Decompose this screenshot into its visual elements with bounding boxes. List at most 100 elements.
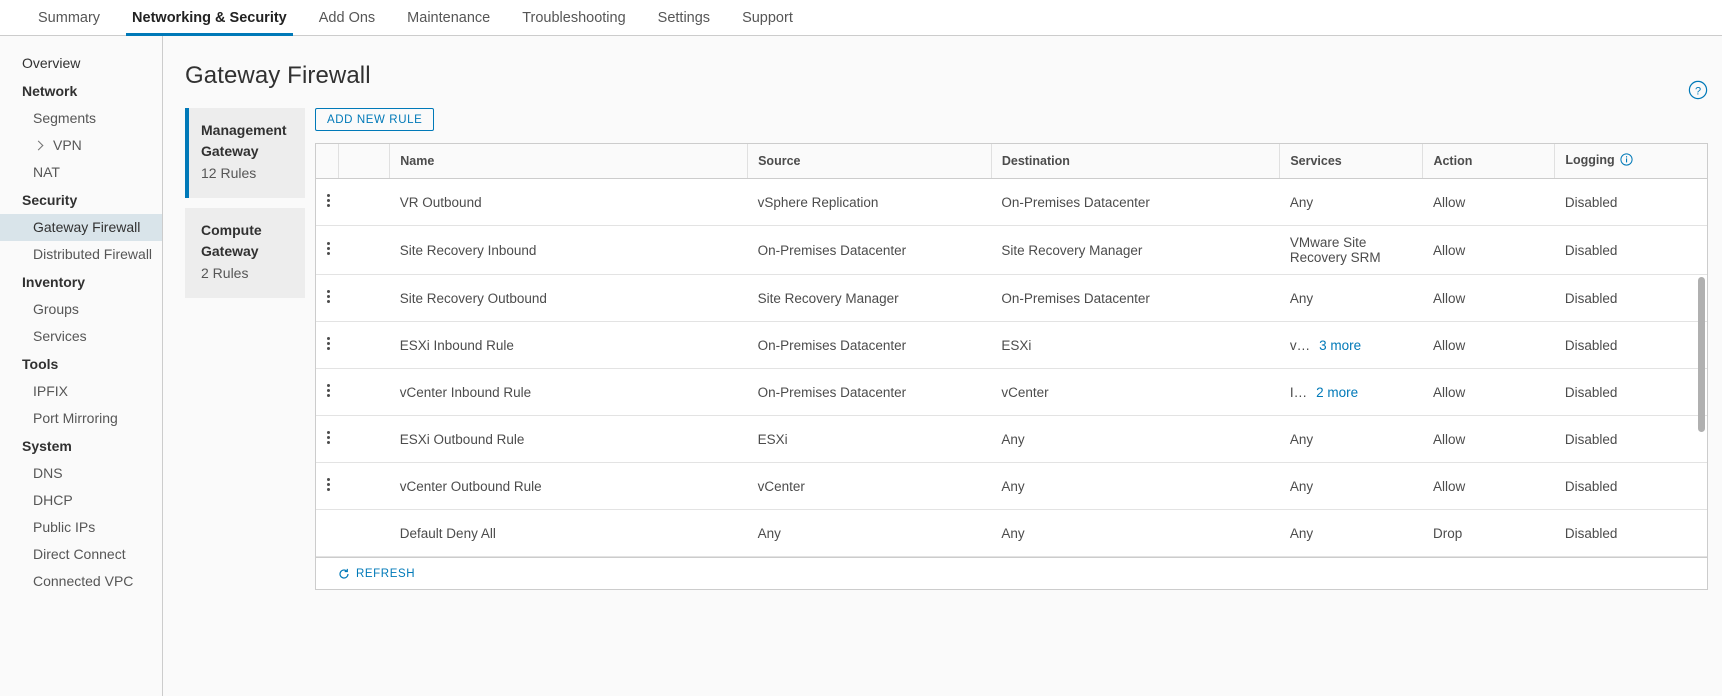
column-header-label: Action: [1433, 154, 1473, 168]
row-menu-cell: [316, 415, 339, 463]
rule-name: ESXi Inbound Rule: [389, 321, 748, 369]
row-spacer-cell: [338, 321, 390, 369]
sidebar-item-dns[interactable]: DNS: [0, 460, 162, 487]
sidebar-item-label: VPN: [53, 137, 82, 153]
column-header-label: Source: [758, 154, 801, 168]
tab-summary[interactable]: Summary: [22, 0, 116, 35]
rule-services-value: Any: [1289, 290, 1314, 306]
tab-support[interactable]: Support: [726, 0, 809, 35]
firewall-rules-table: Name Source Destination Services Action Loggi…: [316, 144, 1707, 557]
table-row[interactable]: ESXi Outbound Rule ESXi Any Any Allow Disable…: [316, 415, 1707, 463]
sidebar-item-port-mirroring[interactable]: Port Mirroring: [0, 405, 162, 432]
sidebar-item-vpn[interactable]: VPN: [0, 132, 162, 159]
column-header-label: Services: [1290, 154, 1342, 168]
rule-services-more-link[interactable]: 3 more: [1319, 338, 1361, 353]
row-spacer-cell: [338, 178, 390, 226]
add-new-rule-button[interactable]: ADD NEW RULE: [315, 108, 435, 131]
rule-source: On-Premises Datacenter: [747, 321, 992, 369]
gateway-card-name: Compute Gateway: [201, 222, 262, 259]
rule-action: Drop: [1422, 509, 1555, 557]
tab-add-ons[interactable]: Add Ons: [303, 0, 391, 35]
gateway-card-name: Management Gateway: [201, 122, 287, 159]
rule-services-value: Any: [1289, 478, 1314, 494]
row-overflow-menu-icon[interactable]: [326, 288, 330, 305]
rule-services-more-link[interactable]: 2 more: [1316, 385, 1358, 400]
gateway-card-management-gateway[interactable]: Management Gateway 12 Rules: [185, 108, 305, 198]
table-row-default-rule[interactable]: Default Deny All Any Any Any Drop Disabled: [316, 509, 1707, 557]
rule-services: v… 3 more: [1279, 321, 1423, 369]
chevron-right-icon[interactable]: [33, 140, 45, 152]
sidebar-item-public-ips[interactable]: Public IPs: [0, 514, 162, 541]
rule-destination: vCenter: [991, 368, 1280, 416]
sidebar-item-direct-connect[interactable]: Direct Connect: [0, 541, 162, 568]
rule-services-value: I…: [1289, 384, 1308, 400]
sidebar-group-system: System: [22, 438, 72, 454]
rule-action: Allow: [1422, 225, 1555, 275]
column-header-name: Name: [389, 144, 749, 179]
sidebar-item-overview[interactable]: Overview: [0, 50, 162, 77]
row-spacer-cell: [338, 368, 390, 416]
rule-services-value: Any: [1289, 194, 1314, 210]
page-title: Gateway Firewall: [185, 62, 371, 89]
rule-services: Any: [1279, 415, 1423, 463]
sidebar-item-nat[interactable]: NAT: [0, 159, 162, 186]
row-overflow-menu-icon[interactable]: [326, 382, 330, 399]
table-row[interactable]: Site Recovery Outbound Site Recovery Mana…: [316, 274, 1707, 322]
tab-maintenance[interactable]: Maintenance: [391, 0, 506, 35]
row-menu-cell: [316, 321, 339, 369]
scrollbar-thumb[interactable]: [1698, 277, 1705, 432]
column-header-action: Action: [1422, 144, 1556, 179]
content-area: Gateway Firewall ? REVERT PUBLISH Manage…: [163, 36, 1722, 696]
row-overflow-menu-icon[interactable]: [326, 429, 330, 446]
row-spacer-cell: [338, 462, 390, 510]
row-menu-cell: [316, 509, 339, 557]
rule-destination: On-Premises Datacenter: [991, 178, 1280, 226]
rule-name: Default Deny All: [389, 509, 748, 557]
rules-panel: ADD NEW RULE Name Source Destination Servic…: [315, 108, 1708, 590]
rule-logging: Disabled: [1554, 415, 1707, 463]
gateway-card-compute-gateway[interactable]: Compute Gateway 2 Rules: [185, 208, 305, 298]
rule-services-value: v…: [1289, 337, 1311, 353]
tab-settings[interactable]: Settings: [642, 0, 726, 35]
info-circle-icon[interactable]: [1620, 153, 1633, 169]
rule-action: Allow: [1422, 462, 1555, 510]
row-spacer-cell: [338, 509, 390, 557]
row-overflow-menu-icon[interactable]: [326, 240, 330, 257]
firewall-main-row: Management Gateway 12 Rules Compute Gatewa…: [163, 108, 1722, 590]
rule-services: Any: [1279, 178, 1423, 226]
row-spacer-cell: [338, 415, 390, 463]
sidebar-item-gateway-firewall[interactable]: Gateway Firewall: [0, 214, 162, 241]
table-scrollbar[interactable]: [1698, 177, 1706, 555]
row-spacer-cell: [338, 274, 390, 322]
row-overflow-menu-icon[interactable]: [326, 476, 330, 493]
rule-source: ESXi: [747, 415, 992, 463]
sidebar-item-segments[interactable]: Segments: [0, 105, 162, 132]
sidebar-item-services[interactable]: Services: [0, 323, 162, 350]
row-menu-cell: [316, 225, 339, 275]
sidebar-item-dhcp[interactable]: DHCP: [0, 487, 162, 514]
help-circle-icon[interactable]: ?: [1688, 80, 1708, 100]
gateway-card-rule-count: 2 Rules: [201, 265, 249, 281]
table-row[interactable]: vCenter Outbound Rule vCenter Any Any Allow D…: [316, 462, 1707, 510]
rule-services: VMware Site Recovery SRM: [1279, 225, 1423, 275]
sidebar-item-distributed-firewall[interactable]: Distributed Firewall: [0, 241, 162, 268]
row-overflow-menu-icon[interactable]: [326, 335, 330, 352]
table-row[interactable]: vCenter Inbound Rule On-Premises Datacent…: [316, 368, 1707, 416]
table-row[interactable]: VR Outbound vSphere Replication On-Premise…: [316, 178, 1707, 226]
row-overflow-menu-icon[interactable]: [326, 192, 330, 209]
svg-text:?: ?: [1695, 85, 1701, 97]
rule-destination: On-Premises Datacenter: [991, 274, 1280, 322]
table-row[interactable]: ESXi Inbound Rule On-Premises Datacenter E…: [316, 321, 1707, 369]
rule-services: Any: [1279, 462, 1423, 510]
sidebar-item-ipfix[interactable]: IPFIX: [0, 378, 162, 405]
tab-troubleshooting[interactable]: Troubleshooting: [506, 0, 641, 35]
sidebar-item-groups[interactable]: Groups: [0, 296, 162, 323]
table-row[interactable]: Site Recovery Inbound On-Premises Datacen…: [316, 225, 1707, 275]
sidebar-item-connected-vpc[interactable]: Connected VPC: [0, 568, 162, 595]
refresh-button[interactable]: REFRESH: [338, 568, 415, 580]
rule-source: On-Premises Datacenter: [747, 368, 992, 416]
rule-destination: Any: [991, 415, 1280, 463]
rule-name: vCenter Inbound Rule: [389, 368, 748, 416]
tab-networking-security[interactable]: Networking & Security: [116, 0, 303, 36]
rule-name: Site Recovery Inbound: [389, 225, 748, 275]
